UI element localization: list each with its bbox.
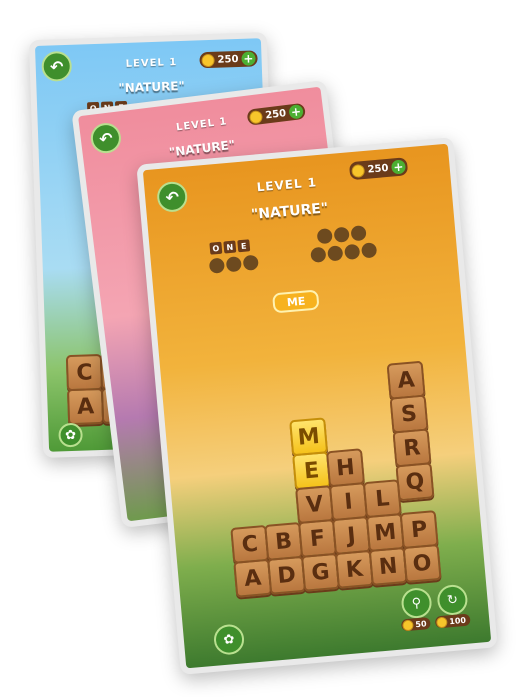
empty-letter-slot bbox=[350, 225, 367, 242]
empty-letter-slot bbox=[242, 254, 259, 271]
letter-tile[interactable]: O bbox=[402, 543, 442, 583]
back-arrow-icon: ↶ bbox=[98, 127, 114, 149]
empty-letter-slot bbox=[361, 242, 378, 259]
letter-tile[interactable]: C bbox=[230, 524, 270, 564]
empty-letter-slot bbox=[310, 246, 327, 263]
letter-tile[interactable]: M bbox=[365, 513, 405, 553]
found-letter: E bbox=[237, 239, 251, 253]
letter-tile-selected[interactable]: E bbox=[292, 451, 332, 491]
shuffle-cost: 100 bbox=[434, 613, 471, 629]
shuffle-button[interactable]: ↻ bbox=[436, 583, 469, 617]
empty-letter-slot bbox=[208, 257, 226, 274]
refresh-icon: ↻ bbox=[446, 591, 459, 608]
add-coins-button[interactable]: + bbox=[288, 103, 304, 120]
letter-tile[interactable]: P bbox=[399, 510, 439, 550]
letter-tile[interactable]: K bbox=[334, 549, 374, 589]
level-title: LEVEL 1 bbox=[256, 175, 318, 195]
hint-cost-value: 50 bbox=[415, 618, 427, 629]
empty-letter-slot bbox=[344, 243, 361, 260]
badge-button[interactable]: ✿ bbox=[58, 422, 83, 448]
coin-icon bbox=[351, 163, 366, 178]
back-arrow-icon: ↶ bbox=[164, 186, 180, 207]
add-coins-button[interactable]: + bbox=[390, 159, 406, 175]
empty-letter-slot bbox=[333, 226, 350, 243]
empty-letter-slot bbox=[316, 228, 333, 245]
letter-tile[interactable]: D bbox=[267, 555, 307, 595]
found-letter: O bbox=[209, 241, 223, 255]
letter-tile-selected[interactable]: M bbox=[289, 417, 329, 457]
back-button[interactable]: ↶ bbox=[41, 50, 73, 82]
letter-tile[interactable]: A bbox=[233, 558, 273, 598]
coin-count: 250 bbox=[217, 53, 239, 66]
badge-icon: ✿ bbox=[64, 427, 77, 443]
letter-tile[interactable]: F bbox=[298, 518, 338, 558]
letter-tile[interactable]: Q bbox=[395, 462, 435, 502]
letter-tile[interactable]: N bbox=[368, 546, 408, 586]
coin-icon bbox=[401, 618, 414, 631]
letter-tile[interactable]: V bbox=[295, 485, 335, 525]
magnifier-icon: ⚲ bbox=[411, 595, 422, 611]
current-word-display: ME bbox=[272, 289, 321, 314]
coin-icon bbox=[435, 615, 448, 628]
theme-title: "NATURE" bbox=[250, 200, 329, 223]
coin-counter: 250 + bbox=[246, 102, 306, 126]
letter-tile[interactable]: S bbox=[389, 394, 429, 434]
coin-icon bbox=[201, 53, 215, 67]
coin-icon bbox=[248, 109, 264, 124]
letter-tile[interactable]: A bbox=[66, 387, 105, 426]
letter-tile[interactable]: H bbox=[325, 448, 365, 488]
coin-counter: 250 + bbox=[199, 50, 258, 69]
level-title: LEVEL 1 bbox=[175, 116, 229, 134]
level-title: LEVEL 1 bbox=[125, 57, 178, 70]
hint-button[interactable]: ⚲ bbox=[400, 586, 433, 620]
game-screen: ↶ LEVEL 1 250 + "NATURE" O N E ME A S R … bbox=[142, 143, 492, 669]
add-coins-button[interactable]: + bbox=[241, 51, 256, 66]
badge-icon: ✿ bbox=[222, 631, 236, 648]
letter-tile[interactable]: J bbox=[331, 515, 371, 555]
back-arrow-icon: ↶ bbox=[49, 56, 64, 77]
coin-count: 250 bbox=[264, 107, 287, 122]
letter-tile[interactable]: A bbox=[386, 360, 426, 400]
coin-count: 250 bbox=[367, 162, 389, 176]
badge-button[interactable]: ✿ bbox=[212, 623, 246, 656]
found-letter: N bbox=[223, 240, 237, 254]
letter-tile[interactable]: R bbox=[392, 428, 432, 468]
shuffle-cost-value: 100 bbox=[448, 615, 467, 626]
theme-title: "NATURE" bbox=[118, 78, 185, 96]
coin-counter: 250 + bbox=[348, 157, 409, 181]
letter-tile[interactable]: C bbox=[65, 353, 104, 392]
hint-cost: 50 bbox=[400, 616, 432, 632]
empty-letter-slot bbox=[327, 245, 344, 262]
letter-tile[interactable]: B bbox=[264, 521, 304, 561]
back-button[interactable]: ↶ bbox=[89, 121, 123, 155]
empty-letter-slot bbox=[225, 256, 242, 273]
letter-tile[interactable]: L bbox=[362, 479, 402, 519]
letter-tile[interactable]: G bbox=[301, 552, 341, 592]
back-button[interactable]: ↶ bbox=[155, 180, 189, 214]
letter-tile[interactable]: I bbox=[328, 482, 368, 522]
phone-screen-main: ↶ LEVEL 1 250 + "NATURE" O N E ME A S R … bbox=[136, 137, 498, 675]
